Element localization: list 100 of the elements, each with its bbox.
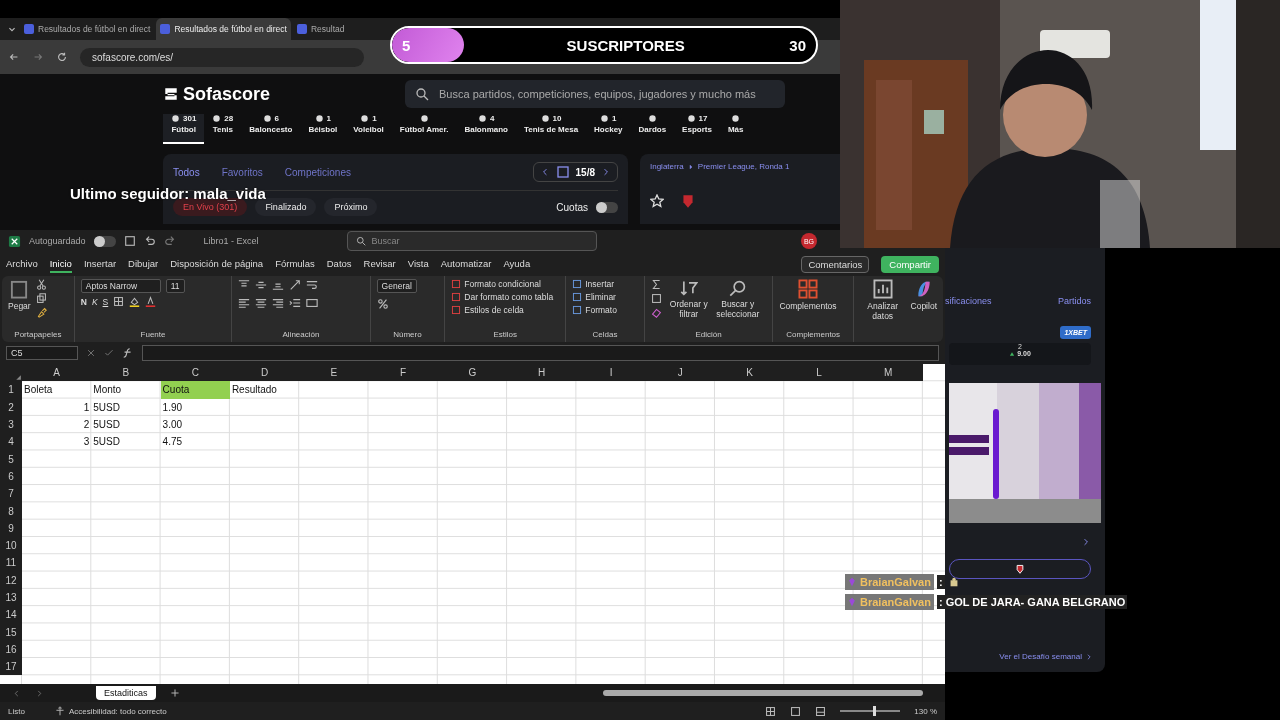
back-icon [8, 51, 20, 63]
ribbon-tab[interactable]: Fórmulas [275, 255, 315, 273]
column-header[interactable]: L [784, 364, 854, 382]
search-field[interactable]: Busca partidos, competiciones, equipos, jugadores y mucho más [405, 80, 785, 108]
zoom-slider[interactable] [873, 706, 877, 716]
ribbon-tab[interactable]: Revisar [363, 255, 396, 273]
format-select[interactable]: General [376, 279, 417, 293]
cells-button[interactable]: Insertar [572, 279, 615, 289]
accessibility-status[interactable]: Accesibilidad: todo correcto [68, 706, 167, 716]
view-tab[interactable]: Favoritos [221, 166, 263, 178]
ribbon-tab[interactable]: Vista [407, 255, 429, 273]
column-header[interactable]: C [160, 364, 230, 382]
column-header[interactable]: I [576, 364, 646, 382]
row-header[interactable]: 7 [0, 485, 22, 503]
league-label[interactable]: Premier League, Ronda 1 [697, 162, 790, 171]
row-header[interactable]: 1 [0, 381, 22, 399]
cells-button[interactable]: Formato [572, 305, 617, 315]
column-header[interactable]: B [91, 364, 161, 382]
view-tab[interactable]: Competiciones [284, 166, 351, 178]
comments-button[interactable]: Comentarios [801, 255, 870, 273]
date-picker[interactable]: 15/8 [532, 162, 618, 182]
ribbon-tab[interactable]: Archivo [6, 255, 38, 273]
sport-tab[interactable]: 6 Baloncesto [241, 114, 301, 144]
normal-view-icon [765, 705, 777, 717]
chevron-left-icon [12, 688, 21, 698]
row-header[interactable]: 14 [0, 606, 22, 624]
autosave-toggle[interactable] [93, 235, 116, 247]
addins-icon [798, 279, 818, 299]
browser-tab[interactable]: Resultados de fútbol en direct [156, 18, 291, 40]
column-header[interactable]: A [22, 364, 92, 382]
column-header[interactable]: J [645, 364, 715, 382]
sport-tab[interactable]: 28 Tenis [204, 114, 242, 144]
formula-field[interactable] [142, 345, 939, 361]
table-cell-text: 5USD [92, 418, 121, 433]
font-select[interactable]: Aptos Narrow [80, 279, 161, 293]
filter-chip[interactable]: Finalizado [255, 198, 317, 216]
styles-button[interactable]: Formato condicional [451, 279, 541, 289]
eraser-icon [650, 307, 662, 318]
row-header[interactable]: 5 [0, 450, 22, 468]
column-header[interactable]: G [437, 364, 508, 382]
address-field[interactable]: sofascore.com/es/ [80, 47, 364, 67]
bold-button[interactable]: N [80, 296, 87, 307]
styles-button[interactable]: Estilos de celda [451, 305, 524, 315]
sport-tab[interactable]: 1 Béisbol [300, 114, 346, 144]
sport-tab[interactable]: 1 Voleibol [345, 114, 392, 144]
editing-button[interactable]: Ordenar y filtrar [666, 279, 711, 319]
panel-tab[interactable]: Partidos [1057, 296, 1091, 318]
sheet-tab[interactable]: Estaditicas [96, 686, 156, 700]
paste-button[interactable]: Pegar [8, 279, 31, 311]
sport-tab[interactable]: Fútbol Amer. [391, 114, 457, 144]
search-field[interactable]: Buscar [346, 231, 597, 251]
group-label: Edición [694, 330, 723, 339]
column-header[interactable]: M [853, 364, 923, 382]
filter-chip[interactable]: Próximo [324, 198, 378, 216]
ribbon-tab[interactable]: Dibujar [128, 255, 159, 273]
sport-tab[interactable]: 4 Balonmano [456, 114, 516, 144]
column-header[interactable]: E [299, 364, 369, 382]
column-header[interactable]: H [507, 364, 577, 382]
column-header[interactable]: D [229, 364, 300, 382]
sport-tab[interactable]: 301 Fútbol [163, 114, 205, 144]
challenge-link[interactable]: Ver el Desafío semanal [945, 651, 1105, 662]
ribbon-tab[interactable]: Insertar [83, 255, 117, 273]
search-icon [355, 236, 366, 246]
ribbon-tab[interactable]: Datos [326, 255, 352, 273]
styles-button[interactable]: Dar formato como tabla [451, 292, 554, 302]
ribbon-tab[interactable]: Inicio [49, 255, 72, 273]
row-header[interactable]: 15 [0, 623, 22, 641]
row-header[interactable]: 11 [0, 554, 22, 572]
column-header[interactable]: F [368, 364, 438, 382]
editing-button[interactable]: Buscar y seleccionar [715, 279, 760, 319]
analyze-button[interactable]: Analizar datos [859, 279, 906, 321]
ribbon-tab[interactable]: Ayuda [503, 255, 531, 273]
ribbon-tab[interactable]: Disposición de página [170, 255, 264, 273]
site-logo[interactable]: Sofascore [183, 83, 271, 105]
odds-toggle[interactable] [596, 201, 618, 213]
row-header[interactable]: 8 [0, 502, 22, 520]
sport-tab[interactable]: Más [719, 114, 752, 144]
zoom-level[interactable]: 130 % [914, 706, 937, 716]
italic-button[interactable]: K [91, 296, 98, 307]
row-header[interactable]: 17 [0, 658, 22, 676]
country-label[interactable]: Inglaterra [650, 162, 684, 171]
copilot-button[interactable]: Copilot [910, 279, 937, 311]
row-header[interactable]: 4 [0, 433, 22, 451]
name-box[interactable]: C5 [6, 346, 78, 360]
size-select[interactable]: 11 [165, 279, 185, 293]
underline-button[interactable]: S [102, 296, 109, 307]
browser-tab[interactable]: Resultados de fútbol en direct [20, 18, 155, 40]
sport-tab[interactable]: 17 Esports [674, 114, 720, 144]
panel-tab[interactable]: sificaciones [945, 296, 992, 318]
column-header[interactable]: K [714, 364, 785, 382]
cells-button[interactable]: Eliminar [572, 292, 616, 302]
addins-button[interactable]: Complementos [779, 279, 837, 311]
view-tab[interactable]: Todos [173, 166, 200, 178]
sport-tab[interactable]: Dardos [630, 114, 675, 144]
sport-tab[interactable]: 1 Hockey [586, 114, 631, 144]
ball-icon [212, 114, 222, 123]
ribbon-tab[interactable]: Automatizar [440, 255, 492, 273]
sport-tab[interactable]: 10 Tenis de Mesa [516, 114, 587, 144]
scissors-icon [35, 279, 47, 290]
browser-tab[interactable]: Resultad [292, 18, 349, 40]
